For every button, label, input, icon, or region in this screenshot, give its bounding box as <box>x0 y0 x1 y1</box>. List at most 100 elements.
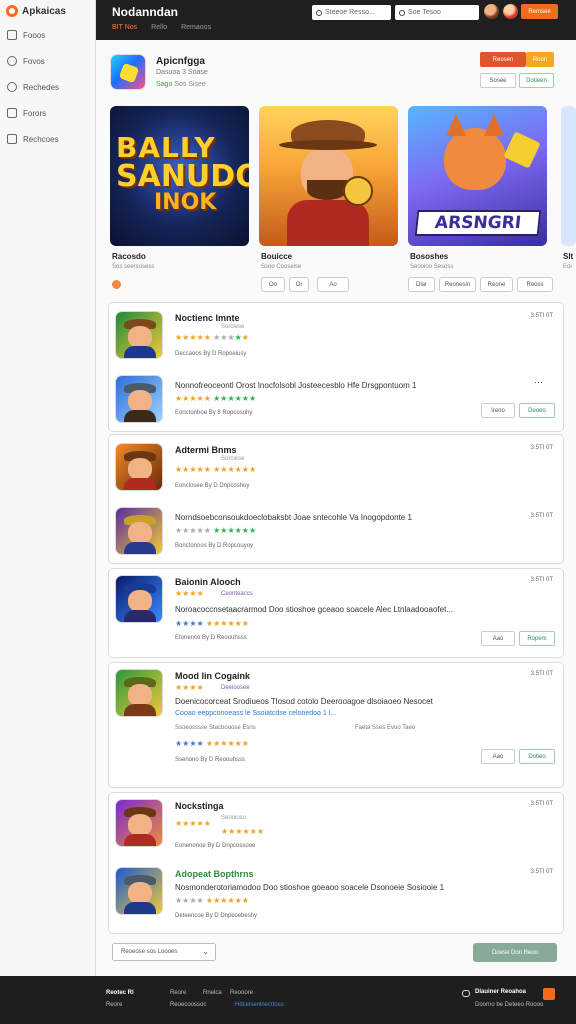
row-title: Nockstinga <box>175 801 224 811</box>
tab-new[interactable]: BIT Nos <box>112 24 137 31</box>
featured-banner-2[interactable] <box>259 106 398 246</box>
sidebar-item-downloads[interactable]: Forors <box>0 100 95 126</box>
list-item[interactable]: Adtermi Bnms Sorciese ★★★★★ ★★★★★★ Eoncl… <box>109 441 563 501</box>
row-title: Adtermi Bnms <box>175 445 237 455</box>
ghost-button[interactable]: Sosee <box>480 73 516 88</box>
explore-icon <box>7 56 17 66</box>
chip-4[interactable]: Dlar <box>408 277 435 292</box>
icon-body <box>124 834 156 846</box>
row-subtitle: Deeioosee <box>221 685 250 691</box>
row-primary-button[interactable]: Dotieo <box>519 749 555 764</box>
sidebar-item-explore[interactable]: Fovos <box>0 48 95 74</box>
row-secondary-button[interactable]: Ireoo <box>481 403 515 418</box>
icon-body <box>124 346 156 358</box>
row-subtitle: Ceonteaccs <box>221 591 253 597</box>
icon-face <box>128 522 152 544</box>
secondary-search-input[interactable]: Soe Tesoo <box>395 5 479 20</box>
row-secondary-button[interactable]: Aao <box>481 749 515 764</box>
brand[interactable]: Apkaicas <box>0 0 95 22</box>
row-timestamp: 3.5TI 0T <box>530 869 553 875</box>
app-meta: Sago Sos Sisee <box>156 81 206 88</box>
footer-col4-item[interactable]: Hdcelsenlnecttoss <box>235 1002 284 1008</box>
featured-banner-4-peek[interactable] <box>561 106 576 246</box>
sidebar-item-stats[interactable]: Rechcoes <box>0 126 95 152</box>
sort-select[interactable]: Reoeose sos Loooes ⌄ <box>112 943 216 961</box>
featured-banner-1[interactable]: BALLY SANUDON INOK <box>110 106 249 246</box>
list-card-3: Baionin Alooch ★★★★ Ceonteaccs 3.5TI 0T … <box>108 568 564 658</box>
top-bar: Nodanndan BIT Nos Rello Remaoos Steeoe R… <box>96 0 576 40</box>
search-placeholder: Soe Tesoo <box>408 9 441 16</box>
tab-rello[interactable]: Rello <box>151 24 167 31</box>
footer-chat-label[interactable]: Dlauiner Reoahoa <box>475 989 526 995</box>
footer-col3-item[interactable]: Reoecoossoc <box>170 1002 206 1008</box>
footer-col2-title[interactable]: Reore <box>170 990 186 996</box>
icon-face <box>128 326 152 348</box>
row-secondary-button[interactable]: Aao <box>481 631 515 646</box>
green-ghost-button[interactable]: Dotieen <box>519 73 554 88</box>
featured-banner-3[interactable]: ARSNGRI <box>408 106 547 246</box>
icon-body <box>124 902 156 914</box>
row-description: Doenicocorceat Srodiueos Tlosod cotolo D… <box>175 697 433 706</box>
more-options-icon[interactable]: ⋯ <box>534 377 543 388</box>
rating-stars-icon: ★★★★ ★★★★★★ <box>175 619 249 628</box>
list-item[interactable]: Noctienc Imnte Sorciese ★★★★★ ★★★★★ Decc… <box>109 309 563 369</box>
app-icon <box>110 54 146 90</box>
search-icon <box>399 9 405 16</box>
banner-2-character-body <box>287 200 369 246</box>
load-more-button[interactable]: Doese Don Reoo <box>473 943 557 962</box>
search-placeholder: Steeoe Resso... <box>325 9 375 16</box>
row-primary-button[interactable]: Deoeo <box>519 403 555 418</box>
sidebar-item-library[interactable]: Rechedes <box>0 74 95 100</box>
search-input[interactable]: Steeoe Resso... <box>312 5 391 20</box>
chip-6[interactable]: Reone <box>480 277 513 292</box>
page-title: Nodanndan <box>112 5 178 19</box>
banner-1-line-3: INOK <box>154 190 217 215</box>
app-meta-green: Sago <box>156 81 173 88</box>
header-cta-button[interactable]: Remsee <box>521 4 558 19</box>
secondary-button[interactable]: Roon <box>526 52 554 67</box>
chat-icon[interactable] <box>462 990 470 997</box>
icon-face <box>128 590 152 612</box>
banner-1-line-2: SANUDON <box>116 159 249 194</box>
footer: Reotec Rl Reore Reore Rnelca Reoecoossoc… <box>0 976 576 1024</box>
sidebar-item-home[interactable]: Fooos <box>0 22 95 48</box>
list-item[interactable]: Nockstinga Seooioso ★★★★★ ★★★★★★ 3.5TI 0… <box>109 797 563 859</box>
row-timestamp: 3.5TI 0T <box>530 513 553 519</box>
banner-1-text: BALLY SANUDON INOK <box>116 134 249 214</box>
primary-button[interactable]: Reosen <box>480 52 526 67</box>
banner-caption-4: Slt <box>563 252 574 261</box>
sidebar-item-label: Rechedes <box>23 82 60 92</box>
footer-col1-title[interactable]: Reotec Rl <box>106 990 134 996</box>
chip-1[interactable]: Oo <box>261 277 285 292</box>
avatar-secondary[interactable] <box>503 4 518 19</box>
row-description: Noroacoccnsetaacrarmod Doo stioshoe gcea… <box>175 605 453 614</box>
footer-col3-title[interactable]: Rnelca <box>203 990 222 996</box>
banner-caption-3: Bososhes <box>410 252 449 261</box>
chip-5[interactable]: Reonesin <box>439 277 476 292</box>
tab-remaoos[interactable]: Remaoos <box>181 24 211 31</box>
row-developer: Bonctonnos By D Ropcouyoy <box>175 543 254 549</box>
row-primary-button[interactable]: Ropem <box>519 631 555 646</box>
footer-col4-title[interactable]: Reooore <box>230 990 253 996</box>
list-item[interactable]: Mood lin Cogaink ★★★★ Deeioosee 3.5TI 0T… <box>109 667 563 787</box>
game-icon <box>115 575 163 623</box>
footer-col1-item[interactable]: Reore <box>106 1002 122 1008</box>
row-link[interactable]: Cooao eeppconoeass le Ssoiatcdse celooed… <box>175 710 336 717</box>
row-developer: Eonclosee By D Dnpcoshoy <box>175 483 250 489</box>
row-timestamp: 3.5TI 0T <box>530 445 553 451</box>
chevron-down-icon: ⌄ <box>202 947 209 956</box>
chip-7[interactable]: Reoss <box>517 277 553 292</box>
game-icon <box>115 375 163 423</box>
chip-2[interactable]: Or <box>289 277 309 292</box>
rating-stars-icon: ★★★★ <box>175 683 204 692</box>
row-timestamp: 3.5TI 0T <box>530 313 553 319</box>
avatar[interactable] <box>484 4 499 19</box>
list-item[interactable]: Norndsoebconsoukdoeclobaksbt Joae snteco… <box>109 505 563 565</box>
list-item[interactable]: Adopeat Bopthrns 3.5TI 0T Nosmonderotori… <box>109 865 563 929</box>
list-item[interactable]: Nonnofreoceontl Orost Inocfolsobl Jostee… <box>109 373 563 433</box>
list-item[interactable]: Baionin Alooch ★★★★ Ceonteaccs 3.5TI 0T … <box>109 573 563 657</box>
chip-3[interactable]: Ao <box>317 277 349 292</box>
carousel-indicator-icon[interactable] <box>112 280 121 289</box>
banner-subcaption-1: Sos seersosess <box>112 264 155 270</box>
rating-stars-icon: ★★★★ ★★★★★★ <box>175 739 249 748</box>
